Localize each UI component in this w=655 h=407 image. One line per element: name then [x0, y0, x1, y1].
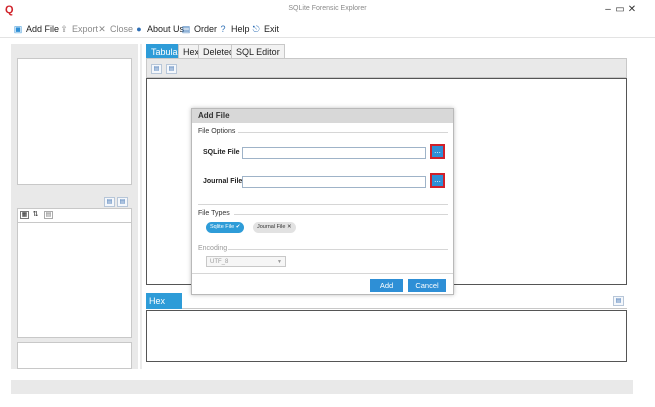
export-button[interactable]: ⇪ Export — [59, 22, 98, 36]
properties-divider — [18, 222, 131, 223]
journal-file-input[interactable] — [242, 176, 426, 188]
sqlite-file-input[interactable] — [242, 147, 426, 159]
dialog-title: Add File — [192, 109, 453, 123]
file-types-label: File Types — [198, 210, 230, 217]
exit-label: Exit — [264, 24, 280, 34]
journal-file-label: Journal File — [203, 178, 243, 185]
exit-icon: ⎋ — [252, 24, 260, 34]
hex-view[interactable] — [146, 310, 627, 362]
encoding-select[interactable]: UTF_8 ▼ — [206, 256, 286, 267]
property-pages-icon[interactable]: ▤ — [44, 211, 53, 219]
remove-chip-icon: ✕ — [286, 224, 292, 230]
file-options-divider — [238, 132, 448, 133]
file-options-label: File Options — [198, 128, 236, 135]
vertical-splitter[interactable] — [140, 44, 142, 369]
encoding-divider — [228, 249, 448, 250]
encoding-value: UTF_8 — [210, 259, 229, 265]
content-toolbar — [146, 58, 627, 78]
order-button[interactable]: ▤ Order — [181, 22, 217, 36]
hex-panel-tab[interactable]: Hex — [146, 293, 182, 309]
properties-panel: ▦ ⇅ ▤ — [17, 208, 132, 338]
cart-icon: ▤ — [181, 24, 191, 34]
content-export-icon[interactable]: ▤ — [151, 64, 162, 74]
window-title: SQLite Forensic Explorer — [288, 5, 367, 12]
chip-journal-file[interactable]: Journal File ✕ — [253, 222, 296, 233]
close-label: Close — [110, 24, 134, 34]
sqlite-browse-button[interactable]: ... — [430, 144, 445, 159]
chip-journal-file-label: Journal File — [257, 224, 286, 230]
categorized-icon[interactable]: ▦ — [20, 211, 29, 219]
minimize-button[interactable]: – — [602, 4, 614, 16]
main-toolbar: ▣ Add File ⇪ Export ✕ Close ● About Us ▤ Orde… — [0, 20, 655, 38]
title-bar: Q SQLite Forensic Explorer – ▭ ✕ — [0, 0, 655, 20]
chip-sqlite-file-label: Sqlite File — [210, 224, 235, 230]
hex-panel-header — [146, 293, 627, 309]
add-file-icon: ▣ — [13, 24, 23, 34]
exit-button[interactable]: ⎋ Exit — [251, 22, 279, 36]
file-types-top-divider — [198, 204, 448, 205]
left-export-icon[interactable]: ▤ — [104, 197, 115, 207]
export-label: Export — [72, 24, 99, 34]
chevron-down-icon: ▼ — [277, 259, 282, 265]
cancel-button[interactable]: Cancel — [408, 279, 446, 292]
export-icon: ⇪ — [60, 24, 68, 34]
close-window-button[interactable]: ✕ — [626, 4, 638, 16]
description-panel — [17, 342, 132, 369]
order-label: Order — [194, 24, 218, 34]
encoding-label: Encoding — [198, 245, 228, 252]
file-types-divider — [234, 214, 448, 215]
left-save-icon[interactable]: ▤ — [117, 197, 128, 207]
chip-sqlite-file[interactable]: Sqlite File ✔ — [206, 222, 245, 233]
file-tree-panel[interactable] — [17, 58, 132, 185]
about-us-label: About Us — [147, 24, 185, 34]
restore-button[interactable]: ▭ — [614, 4, 626, 16]
close-x-icon: ✕ — [98, 24, 106, 34]
check-icon: ✔ — [235, 224, 241, 230]
hex-save-icon[interactable]: ▤ — [613, 296, 624, 306]
sort-az-icon[interactable]: ⇅ — [31, 211, 40, 219]
user-icon: ● — [136, 24, 142, 34]
help-icon: ? — [220, 24, 226, 34]
help-button[interactable]: ? Help — [218, 22, 250, 36]
close-button[interactable]: ✕ Close — [97, 22, 133, 36]
add-file-button[interactable]: ▣ Add File — [13, 22, 59, 36]
add-file-dialog: Add File File Options SQLite File ... Jo… — [191, 108, 454, 295]
tab-sql-editor[interactable]: SQL Editor — [231, 44, 285, 58]
content-save-icon[interactable]: ▤ — [166, 64, 177, 74]
journal-browse-button[interactable]: ... — [430, 173, 445, 188]
add-file-label: Add File — [26, 24, 60, 34]
add-button[interactable]: Add — [370, 279, 403, 292]
dialog-footer-divider — [192, 273, 453, 274]
status-bar — [11, 380, 633, 394]
help-label: Help — [231, 24, 250, 34]
about-us-button[interactable]: ● About Us — [134, 22, 184, 36]
sqlite-file-label: SQLite File — [203, 149, 240, 156]
